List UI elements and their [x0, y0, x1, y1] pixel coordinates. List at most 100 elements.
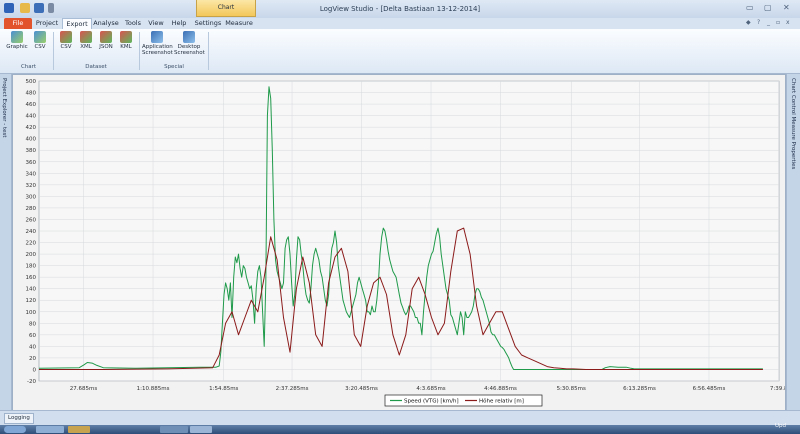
y-tick-label: 80 [29, 321, 36, 327]
export-chart-csv-button[interactable]: CSV [29, 30, 51, 58]
export-xml-button[interactable]: XML [75, 30, 97, 58]
json-icon [100, 31, 112, 43]
y-tick-label: 180 [26, 264, 37, 270]
close-button[interactable]: ✕ [783, 3, 790, 12]
group-label-chart: Chart [20, 64, 37, 70]
y-tick-label: 320 [26, 183, 37, 189]
chart-panel: -20 0 20 40 60 80 100 120 140 160 180 200 220 240 260 2… [12, 74, 788, 412]
export-dataset-csv-label: CSV [60, 44, 72, 50]
mdi-close-button[interactable]: x [786, 19, 790, 26]
ribbon-settings-icon[interactable]: ◆ [746, 19, 751, 26]
chart-control-tab[interactable]: Chart Control Measure Properties [790, 78, 796, 169]
y-tick-label: 500 [26, 79, 37, 85]
line-chart[interactable]: -20 0 20 40 60 80 100 120 140 160 180 200 220 240 260 2… [13, 75, 788, 411]
y-tick-label: 340 [26, 171, 37, 177]
y-tick-label: 240 [26, 229, 37, 235]
group-separator [139, 32, 140, 70]
application-screenshot-icon [151, 31, 163, 43]
y-tick-label: 280 [26, 206, 37, 212]
export-kml-button[interactable]: KML [115, 30, 137, 58]
logging-tab[interactable]: Logging [4, 413, 34, 424]
kml-icon [120, 31, 132, 43]
y-tick-label: 400 [26, 137, 37, 143]
ribbon-tab-bar: File Project Export Analyse Tools View H… [0, 18, 800, 30]
window-title: LogView Studio - [Delta Bastiaan 13-12-2… [319, 5, 481, 13]
export-graphic-label: Graphic [6, 44, 28, 50]
y-tick-label: 440 [26, 114, 37, 120]
bottom-panel-strip: Logging [0, 410, 800, 425]
maximize-button[interactable]: ▢ [764, 3, 772, 12]
y-tick-label: 20 [29, 356, 36, 362]
x-tick-label: 2:37.285ms [276, 386, 309, 392]
x-axis-ticks: 27.685ms 1:10.885ms 1:54.85ms 2:37.285ms 3:2… [70, 386, 788, 392]
y-tick-label: -20 [27, 379, 36, 385]
y-tick-label: 460 [26, 102, 37, 108]
y-tick-label: 380 [26, 148, 37, 154]
csv-dataset-icon [60, 31, 72, 43]
minimize-button[interactable]: ▭ [746, 3, 754, 12]
help-icon[interactable]: ? [757, 19, 760, 26]
x-tick-label: 4:3.685ms [416, 386, 445, 392]
y-tick-label: 300 [26, 194, 37, 200]
tray-status-text: Upd [774, 423, 786, 429]
right-collapsed-panels[interactable]: Chart Control Measure Properties [786, 74, 800, 410]
group-separator [53, 32, 54, 70]
y-tick-label: 0 [33, 367, 37, 373]
x-tick-label: 1:10.885ms [137, 386, 170, 392]
graphic-icon [11, 31, 23, 43]
start-button[interactable] [4, 426, 26, 433]
mdi-minimize-button[interactable]: _ [767, 19, 770, 26]
taskbar-app-button[interactable] [190, 426, 212, 433]
y-tick-label: 260 [26, 217, 37, 223]
tab-project[interactable]: Project [34, 18, 60, 29]
export-json-button[interactable]: JSON [95, 30, 117, 58]
y-tick-label: 120 [26, 298, 37, 304]
y-tick-label: 100 [26, 310, 37, 316]
application-screenshot-label-2: Screenshot [142, 50, 173, 56]
x-tick-label: 6:56.485ms [693, 386, 726, 392]
tab-tools[interactable]: Tools [122, 18, 144, 29]
x-tick-label: 3:20.485ms [345, 386, 378, 392]
legend-label-speed: Speed (VTG) [km/h] [404, 399, 459, 405]
tab-help[interactable]: Help [168, 18, 190, 29]
desktop-screenshot-label-2: Screenshot [174, 50, 205, 56]
title-bar: Chart LogView Studio - [Delta Bastiaan 1… [0, 0, 800, 19]
export-xml-label: XML [80, 44, 92, 50]
x-tick-label: 5:30.85ms [557, 386, 586, 392]
taskbar-app-button[interactable] [68, 426, 90, 433]
y-tick-label: 200 [26, 252, 37, 258]
y-tick-label: 360 [26, 160, 37, 166]
export-chart-csv-label: CSV [34, 44, 46, 50]
desktop-screenshot-button[interactable]: Desktop Screenshot [174, 30, 205, 58]
tab-view[interactable]: View [146, 18, 166, 29]
y-tick-label: 480 [26, 91, 37, 97]
y-tick-label: 60 [29, 333, 36, 339]
group-label-dataset: Dataset [85, 64, 107, 70]
taskbar-app-button[interactable] [160, 426, 188, 433]
application-screenshot-button[interactable]: Application Screenshot [142, 30, 173, 58]
tab-analyse[interactable]: Analyse [92, 18, 120, 29]
y-tick-label: 140 [26, 287, 37, 293]
x-tick-label: 4:46.885ms [484, 386, 517, 392]
tab-measure[interactable]: Measure [224, 18, 254, 29]
xml-icon [80, 31, 92, 43]
tab-settings[interactable]: Settings [194, 18, 222, 29]
x-tick-label: 27.685ms [70, 386, 98, 392]
desktop-screenshot-icon [183, 31, 195, 43]
ribbon-panel: Graphic CSV Chart CSV XML JSON KML Datas… [0, 29, 800, 74]
taskbar-app-button[interactable] [36, 426, 64, 433]
taskbar: Upd [0, 423, 800, 434]
x-tick-label: 6:13.285ms [623, 386, 656, 392]
y-tick-label: 40 [29, 344, 36, 350]
export-json-label: JSON [99, 44, 113, 50]
mdi-restore-button[interactable]: ▫ [776, 19, 780, 26]
x-tick-label: 1:54.85ms [209, 386, 238, 392]
export-graphic-button[interactable]: Graphic [6, 30, 28, 58]
csv-icon [34, 31, 46, 43]
export-dataset-csv-button[interactable]: CSV [55, 30, 77, 58]
tab-file[interactable]: File [4, 18, 32, 29]
x-tick-label: 7:39.8 [770, 386, 785, 392]
y-tick-label: 160 [26, 275, 37, 281]
project-explorer-tab[interactable]: Project Explorer - test [1, 78, 7, 138]
project-explorer-collapsed-panel[interactable]: Project Explorer - test [0, 74, 12, 410]
